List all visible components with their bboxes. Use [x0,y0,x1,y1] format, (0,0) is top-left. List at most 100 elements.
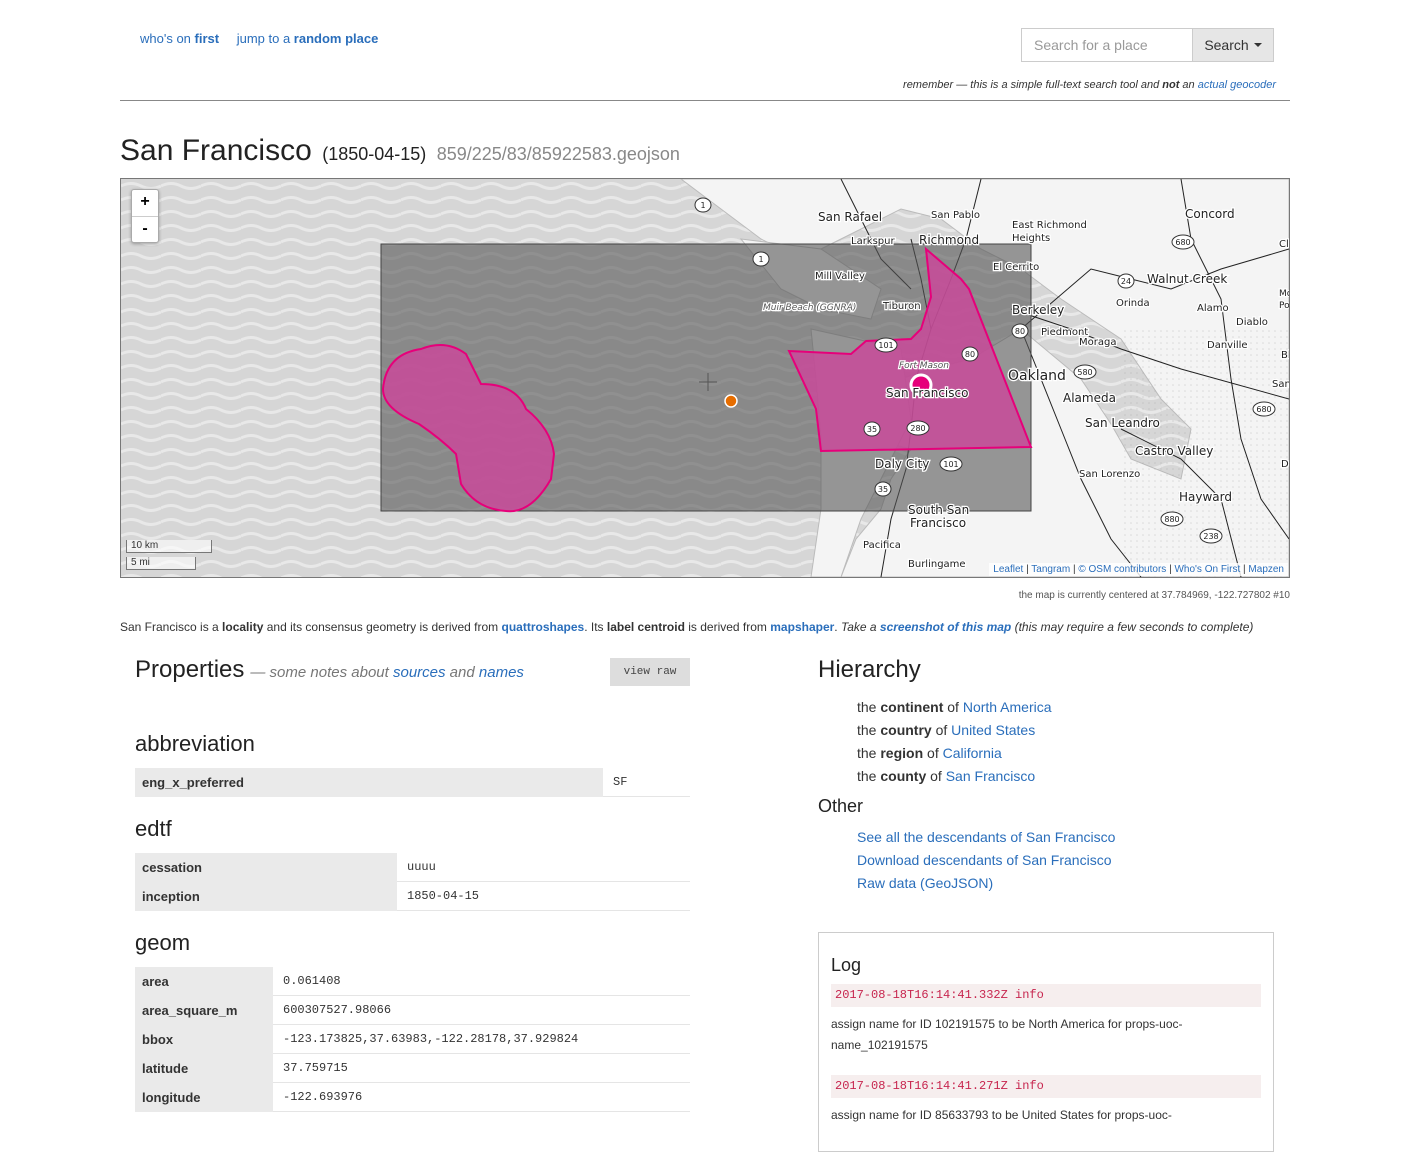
table-row: area 0.061408 [135,967,690,996]
log-message: assign name for ID 85633793 to be United… [831,1108,1172,1122]
search-form: Search [1021,28,1274,62]
map-label: Berkeley [1012,303,1064,317]
map-label: San Lorenzo [1079,469,1140,480]
map-label: Diablo [1236,317,1268,328]
map-label: Hayward [1179,490,1232,504]
highway-shield-label: 24 [1121,277,1131,286]
map-label: Alamo [1197,303,1229,314]
quattroshapes-link[interactable]: quattroshapes [502,620,585,634]
attribution-wof[interactable]: Who's On First [1174,564,1240,575]
map-label: Mo [1279,289,1289,299]
highway-shield-label: 101 [943,460,958,469]
descendants-link[interactable]: See all the descendants of San Francisco [857,826,1115,849]
hierarchy-heading: Hierarchy [818,656,921,683]
sources-link[interactable]: sources [393,664,446,681]
list-item: the continent of North America [857,699,1052,715]
map-label: San Pablo [931,210,980,221]
other-links: See all the descendants of San Francisco… [857,826,1115,895]
table-row: eng_x_preferred SF [135,768,690,797]
list-item: the county of San Francisco [857,768,1036,784]
download-descendants-link[interactable]: Download descendants of San Francisco [857,849,1115,872]
map-label: Concord [1185,207,1235,221]
map-label: El Cerrito [993,262,1039,273]
zoom-in-button[interactable]: + [132,190,158,217]
highway-shield-label: 238 [1203,532,1218,541]
map-label: Heights [1012,233,1050,244]
map-label: South San [908,503,969,517]
list-item: the region of California [857,745,1002,761]
section-edtf: edtf [135,816,172,841]
edtf-table: cessation uuuu inception 1850-04-15 [135,853,690,911]
map-label: San Leandro [1085,416,1160,430]
search-input[interactable] [1021,28,1192,62]
highway-shield-label: 1 [758,255,763,264]
hierarchy-list: the continent of North America the count… [857,696,1052,788]
hierarchy-link-continent[interactable]: North America [963,699,1052,715]
map-label: Larkspur [851,236,895,247]
highway-shield-label: 580 [1077,368,1092,377]
attribution-tangram[interactable]: Tangram [1031,564,1070,575]
map-label: Muir Beach (GGNRA) [763,303,856,313]
hierarchy-link-region[interactable]: California [943,745,1002,761]
view-raw-button[interactable]: view raw [610,658,690,686]
search-button[interactable]: Search [1192,28,1274,62]
map-label: Fort Mason [899,361,949,371]
map-center-marker[interactable] [724,394,738,408]
scale-mi: 5 mi [126,557,196,570]
place-date: (1850-04-15) [322,144,427,164]
geocoder-link[interactable]: actual geocoder [1198,79,1276,91]
map-label: Daly City [875,457,929,471]
map-label: Oakland [1008,368,1066,384]
map-label: Orinda [1116,298,1150,309]
map-label: Moraga [1079,337,1116,348]
map[interactable]: 1 1 680 24 80 580 101 80 680 35 280 101 35 880 238 San… [120,178,1290,578]
attribution-osm[interactable]: © OSM contributors [1078,564,1166,575]
random-place-link[interactable]: jump to a random place [237,31,379,46]
screenshot-link[interactable]: screenshot of this map [880,620,1011,634]
map-label: Danville [1207,340,1248,351]
names-link[interactable]: names [479,664,524,681]
table-row: bbox -123.173825,37.63983,-122.28178,37.… [135,1024,690,1054]
hierarchy-link-country[interactable]: United States [951,722,1035,738]
table-row: cessation uuuu [135,853,690,882]
map-label: Dubl [1281,459,1289,470]
highway-shield-label: 101 [878,341,893,350]
map-center-readout: the map is currently centered at 37.7849… [1018,590,1290,601]
log-timestamp: 2017-08-18T16:14:41.271Z info [831,1075,1261,1098]
other-heading: Other [818,796,864,816]
attribution-leaflet[interactable]: Leaflet [993,564,1023,575]
attribution-mapzen[interactable]: Mapzen [1248,564,1284,575]
raw-geojson-link[interactable]: Raw data (GeoJSON) [857,872,1115,895]
map-label: Clayt [1279,239,1289,250]
hierarchy-link-county[interactable]: San Francisco [946,768,1035,784]
map-label: Castro Valley [1135,444,1213,458]
highway-shield-label: 880 [1164,515,1179,524]
highway-shield-label: 80 [965,350,975,359]
map-label: San Ra [1272,379,1289,390]
highway-shield-label: 680 [1256,405,1271,414]
highway-shield-label: 280 [910,424,925,433]
highway-shield-label: 35 [878,485,888,494]
table-row: inception 1850-04-15 [135,881,690,911]
highway-shield-label: 35 [867,425,877,434]
properties-heading: Properties — some notes about sources and… [135,656,524,683]
top-nav: who's on first jump to a random place [140,31,392,46]
map-label: Tiburon [882,301,921,312]
map-label: San Francisco [886,386,968,400]
mapshaper-link[interactable]: mapshaper [770,620,834,634]
map-label: Walnut Creek [1147,272,1227,286]
divider [120,100,1290,101]
list-item: the country of United States [857,722,1036,738]
table-row: latitude 37.759715 [135,1053,690,1083]
map-label: East Richmond [1012,220,1087,231]
geojson-path-link[interactable]: 859/225/83/85922583.geojson [437,144,680,164]
map-label: Alameda [1063,391,1116,405]
log-timestamp: 2017-08-18T16:14:41.332Z info [831,984,1261,1007]
zoom-out-button[interactable]: - [132,217,158,243]
section-geom: geom [135,930,191,955]
place-description: San Francisco is a locality and its cons… [120,620,1254,634]
log-heading: Log [831,955,862,975]
highway-shield-label: 1 [700,201,705,210]
map-label: Pacifica [863,540,901,551]
whos-on-first-link[interactable]: who's on first [140,31,219,46]
